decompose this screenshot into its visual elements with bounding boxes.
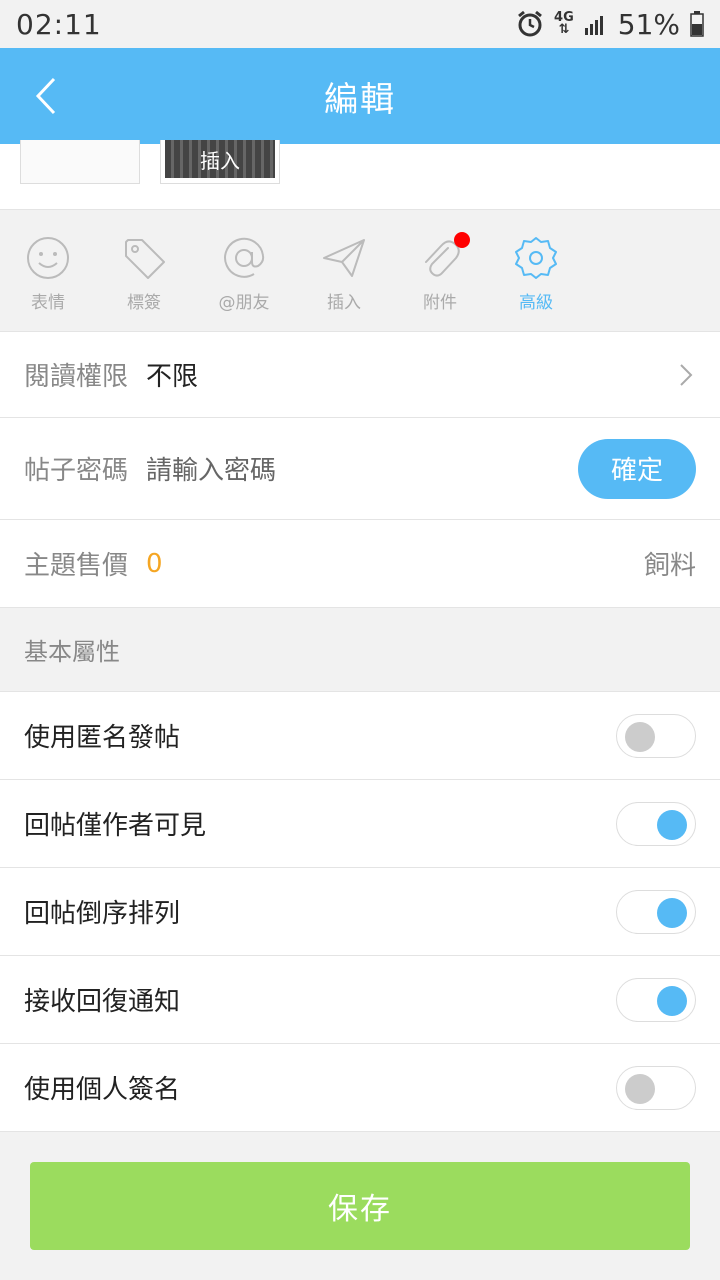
- read-permission-row[interactable]: 閱讀權限 不限: [0, 332, 720, 418]
- attachment-icon-wrap: [416, 232, 470, 282]
- media-strip: 插入: [0, 140, 720, 210]
- toggle-label: 回帖僅作者可見: [24, 811, 207, 841]
- toolbar-insert[interactable]: 插入: [296, 234, 392, 320]
- confirm-button[interactable]: 確定: [578, 438, 696, 499]
- app-header: 編輯: [0, 48, 720, 144]
- toolbar-advanced[interactable]: 高級: [488, 234, 584, 320]
- toggle-row-author-only: 回帖僅作者可見: [0, 780, 720, 868]
- topic-price-label: 主題售價: [24, 551, 129, 581]
- toggle-row-anonymous: 使用匿名發帖: [0, 692, 720, 780]
- reply-notify-toggle[interactable]: [616, 977, 696, 1022]
- battery-icon: [690, 11, 704, 37]
- back-button[interactable]: [26, 74, 66, 118]
- toggle-row-reply-notify: 接收回復通知: [0, 956, 720, 1044]
- thumbnail-image: 插入: [165, 140, 275, 178]
- status-bar: 02:11 4G ⇅ 51%: [0, 0, 720, 48]
- alarm-icon: [518, 10, 542, 37]
- toolbar-label: 高級: [519, 293, 553, 313]
- toggle-row-reverse-order: 回帖倒序排列: [0, 868, 720, 956]
- toggle-label: 使用匿名發帖: [24, 723, 181, 753]
- thumbnail-insert-label: 插入: [200, 148, 240, 173]
- author-only-toggle[interactable]: [616, 801, 696, 846]
- tag-icon: [125, 239, 165, 279]
- read-permission-label: 閱讀權限: [24, 362, 129, 392]
- status-time: 02:11: [16, 7, 102, 41]
- toggle-knob: [625, 1073, 655, 1104]
- toggle-knob: [657, 985, 687, 1016]
- gear-icon: [515, 237, 557, 279]
- reverse-order-toggle[interactable]: [616, 889, 696, 934]
- signature-toggle[interactable]: [616, 1065, 696, 1110]
- toggle-knob: [657, 809, 687, 840]
- read-permission-value: 不限: [146, 362, 199, 392]
- anonymous-toggle[interactable]: [616, 713, 696, 758]
- network-indicator: 4G ⇅: [554, 11, 574, 37]
- attachment-badge: [454, 232, 470, 248]
- battery-percent: 51%: [617, 7, 680, 41]
- toolbar-emoji[interactable]: 表情: [0, 234, 96, 320]
- toolbar-label: 標簽: [127, 293, 161, 313]
- smiley-icon: [27, 237, 69, 279]
- editor-toolbar: 表情 標簽 @朋友 插入 附件 高級: [0, 210, 720, 332]
- signal-icon: [584, 16, 603, 35]
- toggle-label: 接收回復通知: [24, 987, 181, 1017]
- toolbar-label: 插入: [327, 293, 361, 313]
- toggle-label: 回帖倒序排列: [24, 899, 181, 929]
- section-header-basic: 基本屬性: [0, 608, 720, 692]
- toolbar-label: 表情: [31, 293, 65, 313]
- chevron-right-icon: [680, 363, 693, 386]
- send-icon: [323, 239, 365, 277]
- at-icon: [224, 237, 265, 278]
- data-arrows-icon: ⇅: [558, 22, 570, 37]
- topic-price-input[interactable]: 0: [146, 549, 163, 579]
- toolbar-label: @朋友: [218, 293, 270, 313]
- footer: 保存: [0, 1132, 720, 1280]
- media-thumbnail[interactable]: 插入: [160, 140, 280, 184]
- media-thumbnail-empty[interactable]: [20, 140, 140, 184]
- status-icons: 4G ⇅ 51%: [516, 8, 704, 41]
- toolbar-tag[interactable]: 標簽: [96, 234, 192, 320]
- save-button[interactable]: 保存: [30, 1162, 690, 1250]
- toolbar-mention[interactable]: @朋友: [196, 234, 292, 320]
- topic-price-row: 主題售價 0 飼料: [0, 520, 720, 608]
- toggle-row-signature: 使用個人簽名: [0, 1044, 720, 1132]
- toggle-knob: [657, 897, 687, 928]
- toggle-knob: [625, 721, 655, 752]
- password-input[interactable]: 請輸入密碼: [146, 450, 276, 487]
- toolbar-attachment[interactable]: 附件: [392, 232, 488, 320]
- post-password-row: 帖子密碼 請輸入密碼 確定: [0, 418, 720, 520]
- toolbar-label: 附件: [423, 293, 457, 313]
- post-password-label: 帖子密碼: [24, 456, 129, 486]
- chevron-left-icon: [35, 77, 56, 115]
- toggle-label: 使用個人簽名: [24, 1075, 181, 1105]
- page-title: 編輯: [324, 79, 396, 120]
- topic-price-unit: 飼料: [643, 551, 696, 581]
